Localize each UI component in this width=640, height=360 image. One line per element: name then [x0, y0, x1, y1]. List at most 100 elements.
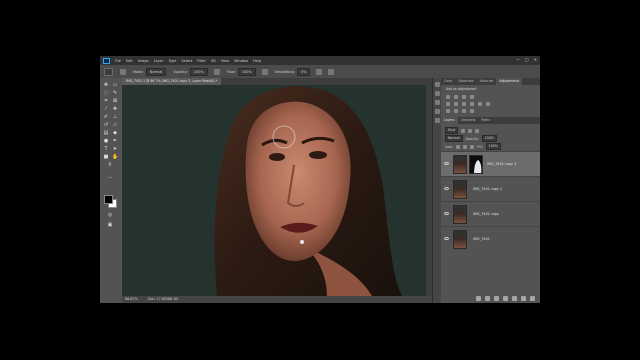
move-tool-icon[interactable]: ✥ — [103, 82, 109, 88]
visibility-eye-icon[interactable] — [444, 162, 449, 165]
menu-window[interactable]: Window — [234, 59, 248, 63]
marquee-tool-icon[interactable]: ▭ — [112, 82, 118, 88]
tab-layers[interactable]: Layers — [441, 117, 458, 124]
paragraph-panel-icon[interactable] — [435, 118, 440, 123]
properties-panel-icon[interactable] — [435, 91, 440, 96]
clone-stamp-tool-icon[interactable]: ⊥ — [112, 114, 118, 120]
dodge-tool-icon[interactable]: ● — [103, 138, 109, 144]
posterize-icon[interactable] — [454, 109, 458, 113]
gradient-map-icon[interactable] — [470, 109, 474, 113]
brush-tool-preset-icon[interactable] — [104, 67, 113, 76]
settings-gear-icon[interactable] — [316, 68, 323, 75]
character-panel-icon[interactable] — [435, 109, 440, 114]
menu-filter[interactable]: Filter — [197, 59, 206, 63]
layer-mask-thumbnail[interactable] — [469, 155, 483, 174]
tab-color[interactable]: Color — [441, 78, 455, 85]
airbrush-icon[interactable] — [261, 68, 268, 75]
layer-thumbnail[interactable] — [453, 205, 467, 224]
tab-adjustments[interactable]: Adjustments — [496, 78, 523, 85]
layer-kind-filter[interactable]: Kind — [445, 127, 459, 134]
flow-field[interactable]: 100% — [237, 67, 256, 76]
layer-row[interactable]: IMG_7401 — [441, 226, 540, 251]
tab-paths[interactable]: Paths — [478, 117, 493, 124]
eyedropper-tool-icon[interactable]: ⁄ — [103, 106, 109, 112]
brush-panel-icon[interactable] — [435, 100, 440, 105]
menu-layer[interactable]: Layer — [154, 59, 164, 63]
menu-edit[interactable]: Edit — [126, 59, 133, 63]
layer-opacity-field[interactable]: 100% — [481, 135, 497, 142]
mode-select[interactable]: Normal — [145, 67, 167, 76]
layer-thumbnail[interactable] — [453, 155, 467, 174]
history-panel-icon[interactable] — [435, 82, 440, 87]
layer-thumbnail[interactable] — [453, 230, 467, 249]
layer-row[interactable]: IMG_7401 copy 3 — [441, 151, 540, 176]
layer-name[interactable]: IMG_7401 copy 3 — [487, 162, 516, 166]
hand-tool-icon[interactable]: ✋ — [112, 154, 118, 160]
lock-pixels-icon[interactable] — [456, 144, 461, 149]
healing-brush-tool-icon[interactable]: ✚ — [112, 106, 118, 112]
smoothing-field[interactable]: 0% — [296, 67, 311, 76]
brush-tool-icon[interactable]: ✐ — [103, 114, 109, 120]
path-selection-tool-icon[interactable]: ➤ — [112, 146, 118, 152]
color-balance-icon[interactable] — [462, 102, 466, 106]
layer-style-icon[interactable] — [485, 296, 490, 301]
levels-icon[interactable] — [454, 95, 458, 99]
tab-libraries[interactable]: Libraries — [477, 78, 497, 85]
opacity-field[interactable]: 100% — [189, 67, 208, 76]
menu-select[interactable]: Select — [181, 59, 192, 63]
filter-type-icon[interactable] — [475, 128, 480, 133]
menu-image[interactable]: Image — [138, 59, 149, 63]
menu-help[interactable]: Help — [253, 59, 261, 63]
layer-name[interactable]: IMG_7401 copy — [473, 212, 499, 216]
fill-field[interactable]: 100% — [485, 143, 501, 150]
rectangle-tool-icon[interactable]: ■ — [103, 154, 109, 160]
exposure-icon[interactable] — [470, 95, 474, 99]
screen-mode-icon[interactable]: ▣ — [107, 222, 113, 228]
visibility-eye-icon[interactable] — [444, 212, 449, 215]
zoom-tool-icon[interactable]: ⚲ — [107, 162, 113, 168]
document-canvas[interactable] — [122, 85, 426, 296]
invert-icon[interactable] — [446, 109, 450, 113]
new-adjustment-layer-icon[interactable] — [503, 296, 508, 301]
link-layers-icon[interactable] — [476, 296, 481, 301]
menu-file[interactable]: File — [115, 59, 121, 63]
tab-swatches[interactable]: Swatches — [455, 78, 476, 85]
new-layer-icon[interactable] — [521, 296, 526, 301]
gradient-tool-icon[interactable]: ▤ — [103, 130, 109, 136]
brush-size-icon[interactable] — [120, 68, 126, 75]
history-brush-tool-icon[interactable]: ↺ — [103, 122, 109, 128]
type-tool-icon[interactable]: T — [103, 146, 109, 152]
vibrance-icon[interactable] — [446, 102, 450, 106]
pen-tool-icon[interactable]: ✒ — [112, 138, 118, 144]
black-white-icon[interactable] — [470, 102, 474, 106]
new-group-icon[interactable] — [512, 296, 517, 301]
blend-mode-select[interactable]: Normal — [445, 135, 463, 142]
blur-tool-icon[interactable]: ◆ — [112, 130, 118, 136]
add-mask-icon[interactable] — [494, 296, 499, 301]
curves-icon[interactable] — [462, 95, 466, 99]
layer-row[interactable]: IMG_7401 copy 2 — [441, 176, 540, 201]
quick-mask-icon[interactable]: ◎ — [107, 212, 113, 218]
quick-select-tool-icon[interactable]: ✎ — [112, 90, 118, 96]
minimize-button[interactable]: — — [516, 57, 520, 62]
lock-position-icon[interactable] — [463, 144, 468, 149]
filter-pixel-icon[interactable] — [461, 128, 466, 133]
lasso-tool-icon[interactable]: ◌ — [103, 90, 109, 96]
layer-row[interactable]: IMG_7401 copy — [441, 201, 540, 226]
layer-thumbnail[interactable] — [453, 180, 467, 199]
maximize-button[interactable]: □ — [525, 57, 529, 62]
pressure-size-icon[interactable] — [328, 68, 335, 75]
document-tab[interactable]: IMG_7401-1 @ 66.7% (IMG_7401 copy 3, Lay… — [122, 78, 222, 85]
tab-channels[interactable]: Channels — [458, 117, 479, 124]
lock-all-icon[interactable] — [470, 144, 475, 149]
menu-view[interactable]: View — [221, 59, 229, 63]
channel-mixer-icon[interactable] — [486, 102, 490, 106]
threshold-icon[interactable] — [462, 109, 466, 113]
crop-tool-icon[interactable]: ⌗ — [103, 98, 109, 104]
menu-type[interactable]: Type — [168, 59, 176, 63]
hue-saturation-icon[interactable] — [454, 102, 458, 106]
eraser-tool-icon[interactable]: ▱ — [112, 122, 118, 128]
menu-3d[interactable]: 3D — [211, 59, 216, 63]
brightness-contrast-icon[interactable] — [446, 95, 450, 99]
layer-name[interactable]: IMG_7401 copy 2 — [473, 187, 502, 191]
